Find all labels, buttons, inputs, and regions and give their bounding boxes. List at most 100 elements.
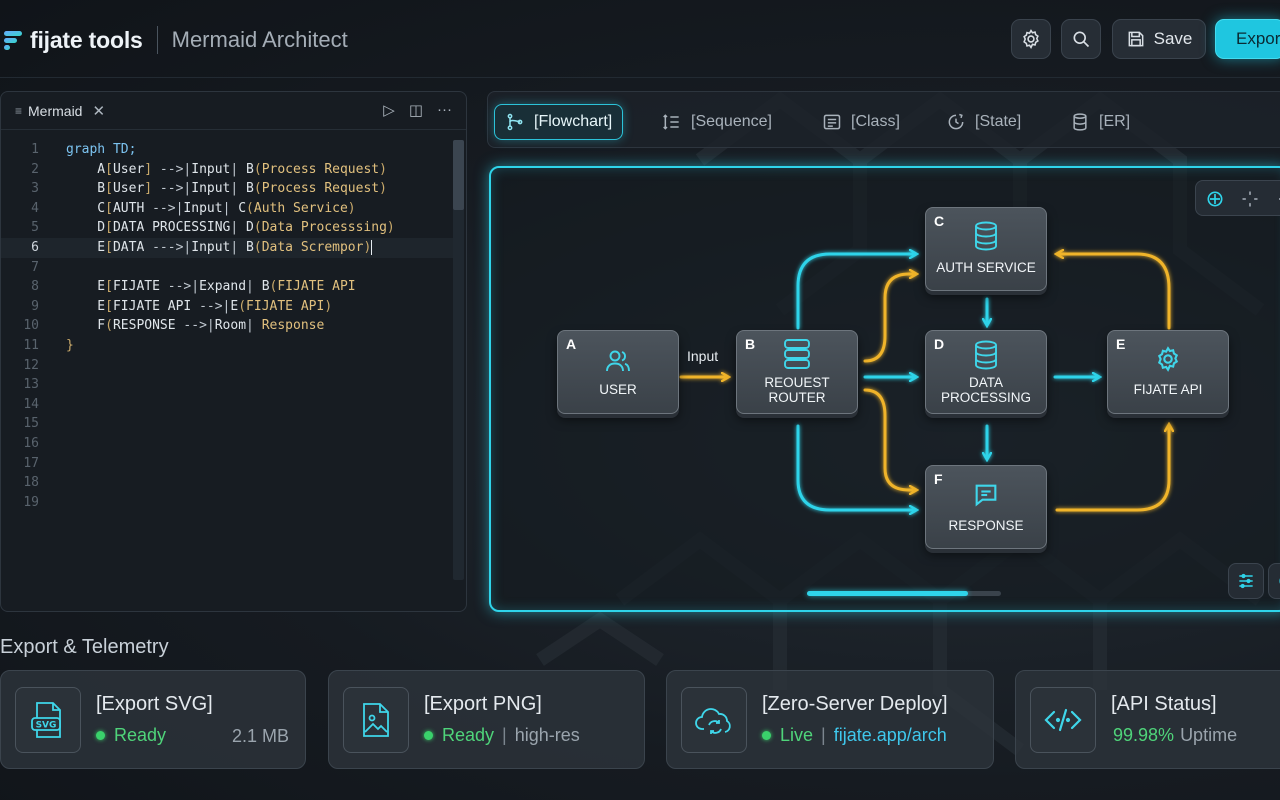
node-id: F [934,471,943,487]
code-text: A[User] -->|Input| B(Process Request) [66,160,387,180]
card-api-status[interactable]: [API Status] 99.98% Uptime [1015,670,1280,769]
code-line[interactable]: 19 [1,493,453,513]
code-token: ( [253,239,262,255]
fit-view-icon[interactable] [1240,189,1260,209]
split-view-icon[interactable]: ◫ [409,101,423,119]
canvas-scroll-track[interactable] [807,591,1001,596]
code-line[interactable]: 4 C[AUTH -->|Input| C(Auth Service) [1,199,453,219]
card-title: [Export PNG] [424,693,542,715]
separator: | [502,725,507,745]
editor-tab-mermaid[interactable]: ≡ Mermaid ✕ [15,102,105,120]
code-token: ) [379,181,387,197]
line-number: 9 [31,298,39,314]
code-token: -->| [152,181,192,197]
node-auth-service[interactable]: C AUTH SERVICE [925,207,1047,291]
card-status: Live | fijate.app/arch [762,725,947,746]
edge-b-c-amber [863,274,916,363]
tab-er-label: [ER] [1099,113,1131,130]
line-number: 6 [31,239,39,255]
code-token: Input [191,161,231,177]
node-user[interactable]: A USER [557,330,679,414]
tab-er[interactable]: [ER] [1070,104,1130,140]
code-token: DATA PROCESSING [112,220,231,236]
status-text: Ready [442,725,495,745]
tab-class[interactable]: [Class] [822,104,900,140]
search-button[interactable] [1061,19,1101,59]
code-line[interactable]: 9 E[FIJATE API -->|E(FIJATE API) [1,297,453,317]
node-label: REOUEST [764,375,830,390]
canvas-view-controls [1195,180,1280,216]
node-request-router[interactable]: B REOUEST ROUTER [736,330,858,414]
zoom-button[interactable] [1268,563,1280,599]
code-line[interactable]: 3 B[User] -->|Input| B(Process Request) [1,179,453,199]
code-area[interactable]: 1 graph TD; 2 A[User] -->|Input| B(Process… [1,140,453,512]
code-token: ( [253,220,262,236]
server-icon [784,339,810,369]
node-data-processing[interactable]: D DATA PROCESSING [925,330,1047,414]
node-response[interactable]: F RESPONSE [925,465,1047,549]
line-number: 11 [23,337,39,353]
code-token: B [246,181,254,197]
code-line[interactable]: 5 D[DATA PROCESSING| D(Data Processsing) [1,218,453,238]
code-text: F(RESPONSE -->|Room| Response [66,316,324,336]
zoom-out-icon[interactable] [1274,189,1280,209]
code-token: FIJATE API [112,298,192,314]
card-export-svg[interactable]: SVG [Export SVG] Ready 2.1 MB [0,670,306,769]
tab-flowchart[interactable]: [Flowchart] [494,104,624,140]
crosshair-icon[interactable] [1205,189,1225,209]
code-token: -->| [175,318,215,334]
uptime-label: Uptime [1180,725,1238,745]
deploy-url-link[interactable]: fijate.app/arch [834,725,947,746]
editor-tabbar: ≡ Mermaid ✕ ▷ ◫ ··· [1,92,466,130]
card-title: [Export SVG] [96,693,213,715]
code-line[interactable]: 11} [1,336,453,356]
code-icon [1030,687,1096,753]
code-token: A [66,161,106,177]
code-line[interactable]: 15 [1,414,453,434]
canvas-scroll-indicator[interactable] [807,591,969,596]
editor-scrollbar-thumb[interactable] [453,140,464,210]
export-label: Export [1236,29,1280,48]
code-token: B [246,239,254,255]
code-line[interactable]: 12 [1,356,453,376]
sequence-list-icon [663,114,679,130]
code-token: [ [105,298,113,314]
export-button[interactable]: Export [1215,19,1280,59]
more-icon[interactable]: ··· [437,101,452,119]
code-line[interactable]: 18 [1,473,453,493]
code-line[interactable]: 1 graph TD; [1,140,453,160]
code-line[interactable]: 8 E[FIJATE -->|Expand| B(FIJATE API [1,277,453,297]
settings-button[interactable] [1011,19,1051,59]
run-icon[interactable]: ▷ [383,101,395,119]
code-line[interactable]: 16 [1,434,453,454]
card-title: [API Status] [1111,693,1217,715]
card-status: Ready [96,725,166,746]
code-line[interactable]: 2 A[User] -->|Input| B(Process Request) [1,160,453,180]
code-token: ) [363,239,372,255]
code-line[interactable]: 10 F(RESPONSE -->|Room| Response [1,316,453,336]
node-label: USER [599,382,637,397]
code-token: Input [191,239,231,255]
edge-b-f-amber [863,388,916,490]
close-icon[interactable]: ✕ [92,102,105,120]
code-text: E[DATA --->|Input| B(Data Scrempor) [66,238,373,258]
code-editor-panel: ≡ Mermaid ✕ ▷ ◫ ··· 1 graph TD; 2 A[User] … [0,91,467,612]
code-token: AUTH [112,200,145,216]
tab-state[interactable]: [State] [946,104,1021,140]
node-fijate-api[interactable]: E FIJATE API [1107,330,1229,414]
status-dot [96,731,105,740]
code-line[interactable]: 13 [1,375,453,395]
code-line[interactable]: 6 E[DATA --->|Input| B(Data Scrempor) [1,237,453,258]
editor-scrollbar[interactable] [453,140,464,580]
code-token: User [112,161,145,177]
code-line[interactable]: 14 [1,395,453,415]
save-button[interactable]: Save [1112,19,1206,59]
code-line[interactable]: 7 [1,258,453,278]
card-export-png[interactable]: [Export PNG] Ready | high-res [328,670,645,769]
code-token: C [238,200,247,216]
layout-settings-button[interactable] [1228,563,1264,599]
code-line[interactable]: 17 [1,454,453,474]
card-zero-server-deploy[interactable]: [Zero-Server Deploy] Live | fijate.app/a… [666,670,994,769]
tab-sequence[interactable]: [Sequence] [662,104,772,140]
diagram-canvas[interactable]: Input A USER B REOUEST ROUTER C AUTH SER… [489,166,1280,612]
